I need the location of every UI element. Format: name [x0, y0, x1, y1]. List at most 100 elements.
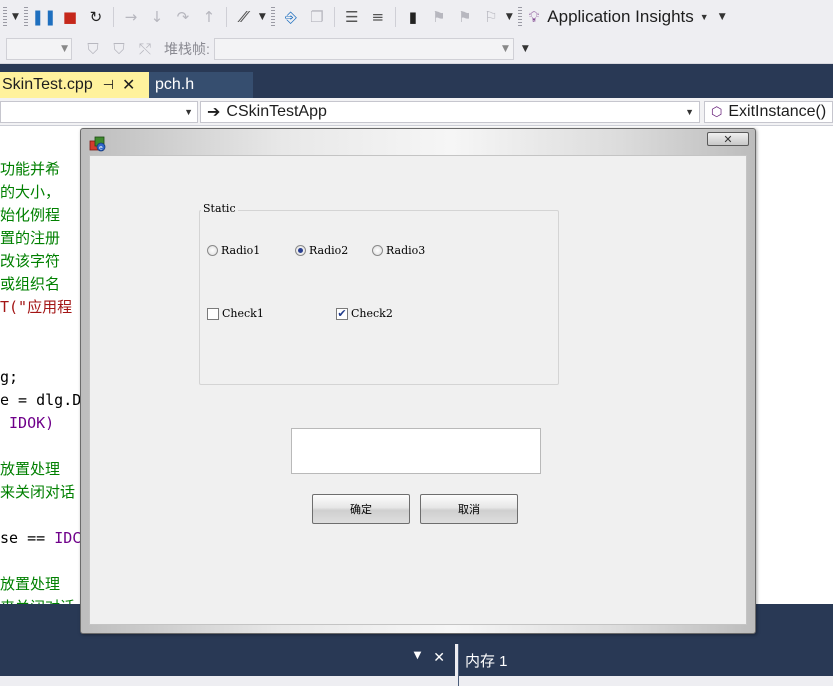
filter-clear-icon[interactable]: ⛉: [108, 38, 130, 60]
project-combo[interactable]: ▼: [0, 101, 198, 123]
code-line: se == IDCA: [0, 529, 91, 547]
toolbar-overflow-icon[interactable]: ▼: [522, 44, 529, 54]
toggle-flag-icon[interactable]: ⤲: [134, 38, 156, 60]
comment-icon[interactable]: ≡: [367, 6, 389, 28]
step-out-icon[interactable]: ↑: [198, 6, 220, 28]
process-combo[interactable]: ▼: [6, 37, 72, 60]
toolbar-overflow-icon[interactable]: ▼: [259, 12, 266, 22]
radio-button-icon: [207, 245, 218, 256]
navigation-bar: ▼ ➔ CSkinTestApp ▼ ⬡ ExitInstance(): [0, 98, 833, 126]
class-combo[interactable]: ➔ CSkinTestApp ▼: [200, 101, 700, 123]
chevron-down-icon[interactable]: ▼: [414, 650, 422, 666]
chevron-down-icon: ▼: [685, 107, 694, 117]
memory-panel-title: 内存 1: [465, 653, 508, 670]
chevron-down-icon: ▼: [699, 12, 709, 22]
code-line: g;: [0, 368, 19, 386]
step-into-icon[interactable]: ↓: [146, 6, 168, 28]
radio-label: Radio1: [221, 244, 261, 257]
pin-icon[interactable]: ⊣: [103, 77, 114, 93]
toolbar-grip[interactable]: [517, 7, 522, 27]
ok-button[interactable]: 确定: [312, 494, 410, 524]
svg-text:e: e: [99, 145, 103, 152]
chevron-down-icon: ▼: [61, 43, 68, 54]
dialog-client-area: Static Radio1 Radio2 Radio3 Check1 ✔ Che…: [89, 155, 747, 625]
radio1[interactable]: Radio1: [207, 244, 260, 257]
application-insights-button[interactable]: 💡︎ Application Insights ▼: [529, 7, 711, 27]
check1[interactable]: Check1: [207, 307, 264, 320]
output-panel: ▼ ✕: [0, 644, 455, 686]
dialog-close-button[interactable]: ✕: [707, 132, 749, 146]
groupbox-title: Static: [201, 202, 238, 215]
code-line: 来关闭对话: [0, 596, 75, 604]
radio-button-selected-icon: [295, 245, 306, 256]
toolbar-separator: [394, 7, 396, 27]
debug-toolbar: ▼ ❚❚ ■ ↻ → ↓ ↷ ↑ ⁄⁄ ▼ ⎆ ❐ ☰ ≡ ▮ ⚑ ⚑ ⚐ ▼ …: [0, 0, 833, 34]
code-line: 功能并希: [0, 160, 61, 178]
application-insights-label: Application Insights: [547, 7, 694, 26]
radio3[interactable]: Radio3: [372, 244, 425, 257]
code-line: 改该字符: [0, 252, 61, 270]
stack-frame-combo[interactable]: ▼: [213, 37, 514, 60]
code-line: 始化例程: [0, 206, 61, 224]
code-line: 放置处理: [0, 460, 61, 478]
navigate-icon[interactable]: ⎆: [280, 6, 302, 28]
code-line: 或组织名: [0, 275, 61, 293]
cancel-button-label: 取消: [458, 503, 480, 516]
checkmark-icon: ✔: [336, 307, 348, 320]
toolbar-separator: [112, 7, 114, 27]
edit-field[interactable]: [291, 428, 541, 474]
step-over-icon[interactable]: ↷: [172, 6, 194, 28]
toolbar-overflow-icon[interactable]: ▼: [719, 12, 726, 22]
pause-icon[interactable]: ❚❚: [31, 6, 56, 28]
cancel-button[interactable]: 取消: [420, 494, 518, 524]
arrow-right-icon: ➔: [207, 104, 221, 121]
code-line: 来关闭对话: [0, 483, 76, 501]
close-icon[interactable]: ✕: [433, 650, 445, 666]
panel-toolbar-strip: [0, 676, 455, 686]
toolbar-grip[interactable]: [23, 7, 28, 27]
skin-test-dialog: e ✕ Static Radio1 Radio2 Radio3 Check1 ✔…: [80, 128, 756, 634]
close-icon: ✕: [723, 132, 733, 146]
class-icon: ⬡: [711, 104, 723, 119]
checkbox-label: Check2: [351, 307, 393, 320]
toolbar-grip[interactable]: [3, 7, 7, 27]
checkbox-label: Check1: [222, 307, 264, 320]
document-tab-bar: SkinTest.cpp ⊣ ✕ pch.h: [0, 64, 833, 98]
checkbox-icon: [207, 307, 219, 320]
tab-skintest-cpp[interactable]: SkinTest.cpp ⊣ ✕: [0, 72, 149, 98]
code-line: IDOK): [0, 414, 55, 432]
member-combo[interactable]: ⬡ ExitInstance(): [704, 101, 833, 123]
toolbar-overflow-icon[interactable]: ▼: [12, 12, 19, 22]
tab-pch-h[interactable]: pch.h: [149, 72, 253, 98]
close-icon[interactable]: ✕: [122, 75, 135, 95]
stack-frame-label: 堆栈帧:: [164, 40, 210, 57]
check2[interactable]: ✔ Check2: [336, 307, 393, 320]
toolbar-separator: [225, 7, 227, 27]
radio-button-icon: [372, 245, 383, 256]
clear-bookmarks-icon[interactable]: ⚐: [480, 6, 502, 28]
show-next-statement-icon[interactable]: →: [120, 6, 142, 28]
restart-icon[interactable]: ↻: [85, 6, 107, 28]
tab-label: SkinTest.cpp: [2, 76, 93, 93]
next-bookmark-icon[interactable]: ⚑: [454, 6, 476, 28]
code-line: 的大小，: [0, 183, 61, 201]
code-line: e = dlg.Do: [0, 391, 91, 409]
bookmark-icon[interactable]: ▮: [402, 6, 424, 28]
toolbar-overflow-icon[interactable]: ▼: [506, 12, 513, 22]
copy-icon[interactable]: ❐: [306, 6, 328, 28]
class-combo-value: CSkinTestApp: [226, 103, 327, 120]
indent-icon[interactable]: ☰: [341, 6, 363, 28]
app-icon: e: [89, 136, 106, 152]
toolbar-grip[interactable]: [270, 7, 275, 27]
code-line: 放置处理: [0, 575, 61, 593]
toolbar-separator: [333, 7, 335, 27]
filter-icon[interactable]: ⛉: [82, 38, 104, 60]
stop-icon[interactable]: ■: [59, 6, 81, 28]
chevron-down-icon: ▼: [184, 107, 193, 117]
memory-panel: 内存 1: [458, 644, 833, 686]
ok-button-label: 确定: [350, 503, 372, 516]
chevron-down-icon: ▼: [501, 43, 509, 54]
radio2[interactable]: Radio2: [295, 244, 348, 257]
prev-bookmark-icon[interactable]: ⚑: [428, 6, 450, 28]
hot-path-icon[interactable]: ⁄⁄: [233, 6, 255, 28]
